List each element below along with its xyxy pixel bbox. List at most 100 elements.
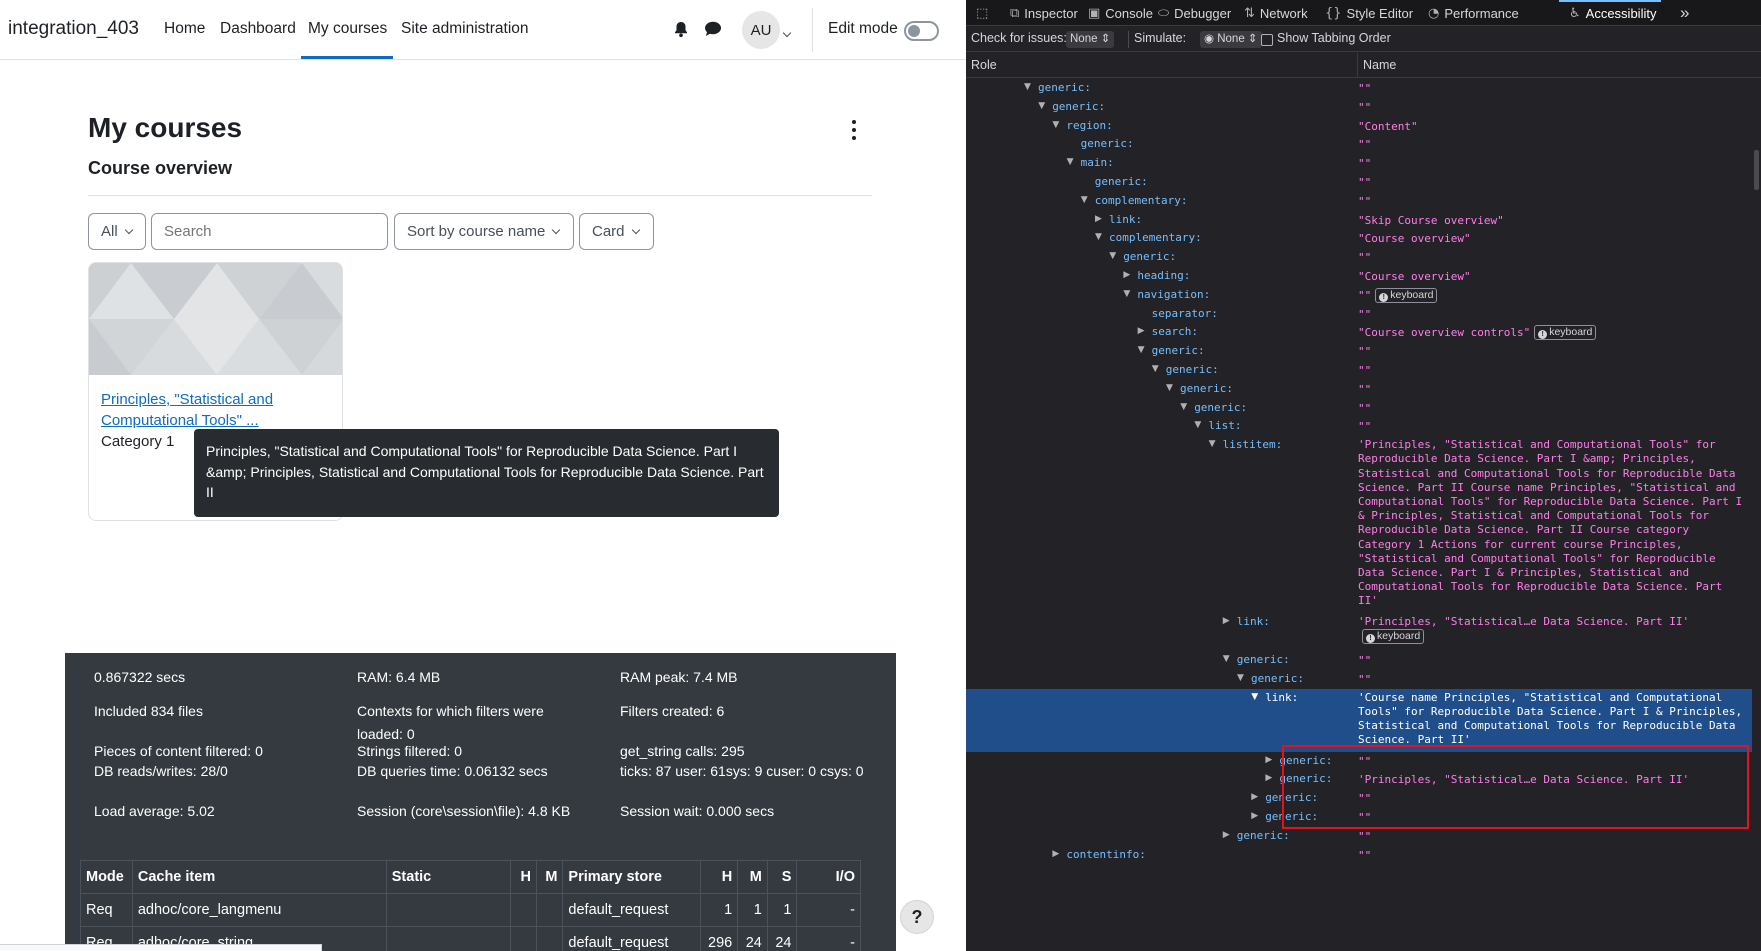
tree-row[interactable]: generic: "" (966, 173, 1761, 192)
tree-row[interactable]: ▼ generic: "" (966, 342, 1761, 361)
expand-triangle-icon[interactable]: ▼ (1194, 420, 1201, 430)
tree-row[interactable]: ▶ generic: "" (966, 752, 1761, 771)
column-splitter[interactable] (1357, 53, 1358, 78)
tree-name-text: "" (1358, 673, 1372, 686)
tree-row[interactable]: ▶ generic: "" (966, 808, 1761, 827)
tree-row[interactable]: ▼ complementary: "" (966, 192, 1761, 211)
sort-dropdown[interactable]: Sort by course name (394, 213, 574, 250)
tree-name: "" (1358, 81, 1748, 97)
tree-name: "" (1358, 791, 1748, 807)
expand-triangle-icon[interactable]: ▼ (1038, 101, 1045, 111)
tree-row[interactable]: ▼ generic: "" (966, 79, 1761, 98)
tab-network[interactable]: ⇅ Network (1244, 0, 1308, 26)
chevron-down-icon[interactable] (782, 23, 792, 41)
view-dropdown[interactable]: Card (579, 213, 654, 250)
collapse-triangle-icon[interactable]: ▶ (1123, 270, 1130, 280)
tree-row[interactable]: ▶ generic: "" (966, 827, 1761, 846)
tree-row[interactable]: ▶ link: 'Principles, "Statistical…e Data S… (966, 613, 1761, 652)
expand-triangle-icon[interactable]: ▼ (1209, 439, 1216, 449)
notifications-bell-icon[interactable] (670, 18, 692, 40)
tree-row[interactable]: ▼ main: "" (966, 154, 1761, 173)
collapse-triangle-icon[interactable]: ▶ (1223, 616, 1230, 626)
tree-row[interactable]: ▶ generic: 'Principles, "Statistical…e Dat… (966, 770, 1761, 789)
messages-chat-icon[interactable] (702, 18, 724, 40)
tree-row[interactable]: ▼ generic: "" (966, 670, 1761, 689)
grouping-dropdown[interactable]: All (88, 213, 146, 250)
tabbing-order-checkbox[interactable] (1261, 34, 1273, 46)
tree-row[interactable]: ▶ heading: "Course overview" (966, 267, 1761, 286)
tree-row[interactable]: ▼ complementary: "Course overview" (966, 229, 1761, 248)
collapse-triangle-icon[interactable]: ▶ (1265, 773, 1272, 783)
tree-scrollbar[interactable] (1752, 79, 1761, 951)
expand-triangle-icon[interactable]: ▼ (1223, 654, 1230, 664)
expand-triangle-icon[interactable]: ▼ (1081, 195, 1088, 205)
column-name[interactable]: Name (1363, 58, 1396, 72)
course-name-link[interactable]: Principles, "Statistical and Computation… (101, 389, 331, 431)
expand-triangle-icon[interactable]: ▼ (1152, 364, 1159, 374)
collapse-triangle-icon[interactable]: ▶ (1265, 755, 1272, 765)
tree-row[interactable]: generic: "" (966, 135, 1761, 154)
nav-home[interactable]: Home (164, 20, 205, 38)
expand-triangle-icon[interactable]: ▼ (1251, 692, 1258, 702)
check-issues-select[interactable]: None ⇕ (1066, 31, 1115, 48)
collapse-triangle-icon[interactable]: ▶ (1138, 326, 1145, 336)
expand-triangle-icon[interactable]: ▼ (1138, 345, 1145, 355)
tree-row[interactable]: separator: "" (966, 305, 1761, 324)
tree-row[interactable]: ▼ listitem: 'Principles, "Statistical and … (966, 436, 1761, 612)
nav-site-administration[interactable]: Site administration (401, 20, 529, 38)
tree-scrollbar-thumb[interactable] (1754, 150, 1759, 190)
simulate-select[interactable]: ◉ None ⇕ (1200, 31, 1262, 48)
tree-name: "" (1358, 419, 1748, 435)
tree-row[interactable]: ▼ region: "Content" (966, 117, 1761, 136)
collapse-triangle-icon[interactable]: ▶ (1052, 849, 1059, 859)
expand-triangle-icon[interactable]: ▼ (1237, 673, 1244, 683)
expand-triangle-icon[interactable]: ▼ (1067, 157, 1074, 167)
element-picker-icon[interactable]: ⬚ (976, 0, 988, 26)
collapse-triangle-icon[interactable]: ▶ (1251, 792, 1258, 802)
collapse-triangle-icon[interactable]: ▶ (1251, 811, 1258, 821)
tree-row[interactable]: ▼ generic: "" (966, 248, 1761, 267)
tree-row[interactable]: ▼ link: 'Course name Principles, "Statisti… (966, 688, 1761, 752)
help-button[interactable]: ? (900, 900, 934, 934)
nav-dashboard[interactable]: Dashboard (220, 20, 296, 38)
grouping-value: All (101, 223, 118, 240)
tree-row[interactable]: ▼ generic: "" (966, 361, 1761, 380)
expand-triangle-icon[interactable]: ▼ (1024, 82, 1031, 92)
tree-row[interactable]: ▶ search: "Course overview controls"! keybo… (966, 323, 1761, 342)
user-avatar[interactable]: AU (742, 11, 780, 49)
tree-row[interactable]: ▼ navigation: ""! keyboard (966, 286, 1761, 305)
nav-my-courses[interactable]: My courses (308, 20, 387, 38)
tree-row[interactable]: ▶ link: "Skip Course overview" (966, 211, 1761, 230)
site-name[interactable]: integration_403 (8, 18, 139, 40)
expand-triangle-icon[interactable]: ▼ (1109, 251, 1116, 261)
expand-triangle-icon[interactable]: ▼ (1180, 402, 1187, 412)
tree-row[interactable]: ▶ generic: "" (966, 789, 1761, 808)
course-search-input[interactable] (151, 213, 388, 250)
tab-inspector[interactable]: ⧉ Inspector (1010, 0, 1078, 26)
tab-console[interactable]: ▣ Console (1088, 0, 1153, 26)
cache-table-header: I/O (796, 860, 861, 894)
tab-style-editor[interactable]: {} Style Editor (1325, 0, 1413, 26)
collapse-triangle-icon[interactable]: ▶ (1095, 214, 1102, 224)
tree-name-text: "" (1358, 848, 1372, 862)
collapse-triangle-icon[interactable]: ▶ (1223, 830, 1230, 840)
expand-triangle-icon[interactable]: ▼ (1052, 120, 1059, 130)
expand-triangle-icon[interactable]: ▼ (1095, 232, 1102, 242)
tab-debugger[interactable]: ⬭ Debugger (1158, 0, 1231, 26)
edit-mode-toggle[interactable] (904, 21, 939, 41)
page-actions-kebab-icon[interactable] (848, 120, 860, 140)
course-image[interactable] (89, 263, 342, 375)
tree-row[interactable]: ▼ generic: "" (966, 380, 1761, 399)
tree-row[interactable]: ▼ generic: "" (966, 98, 1761, 117)
column-role[interactable]: Role (971, 58, 997, 72)
tab-performance[interactable]: ◔ Performance (1428, 0, 1519, 26)
expand-triangle-icon[interactable]: ▼ (1166, 383, 1173, 393)
more-tabs-chevron-icon[interactable]: » (1680, 0, 1689, 26)
table-cell: 24 (766, 926, 798, 951)
tree-row[interactable]: ▼ generic: "" (966, 651, 1761, 670)
tree-row[interactable]: ▼ generic: "" (966, 399, 1761, 418)
tree-row[interactable]: ▼ list: "" (966, 417, 1761, 436)
tree-row[interactable]: ▶ contentinfo: "" (966, 846, 1761, 865)
expand-triangle-icon[interactable]: ▼ (1123, 289, 1130, 299)
tab-accessibility[interactable]: ♿ Accessibility (1569, 0, 1656, 26)
